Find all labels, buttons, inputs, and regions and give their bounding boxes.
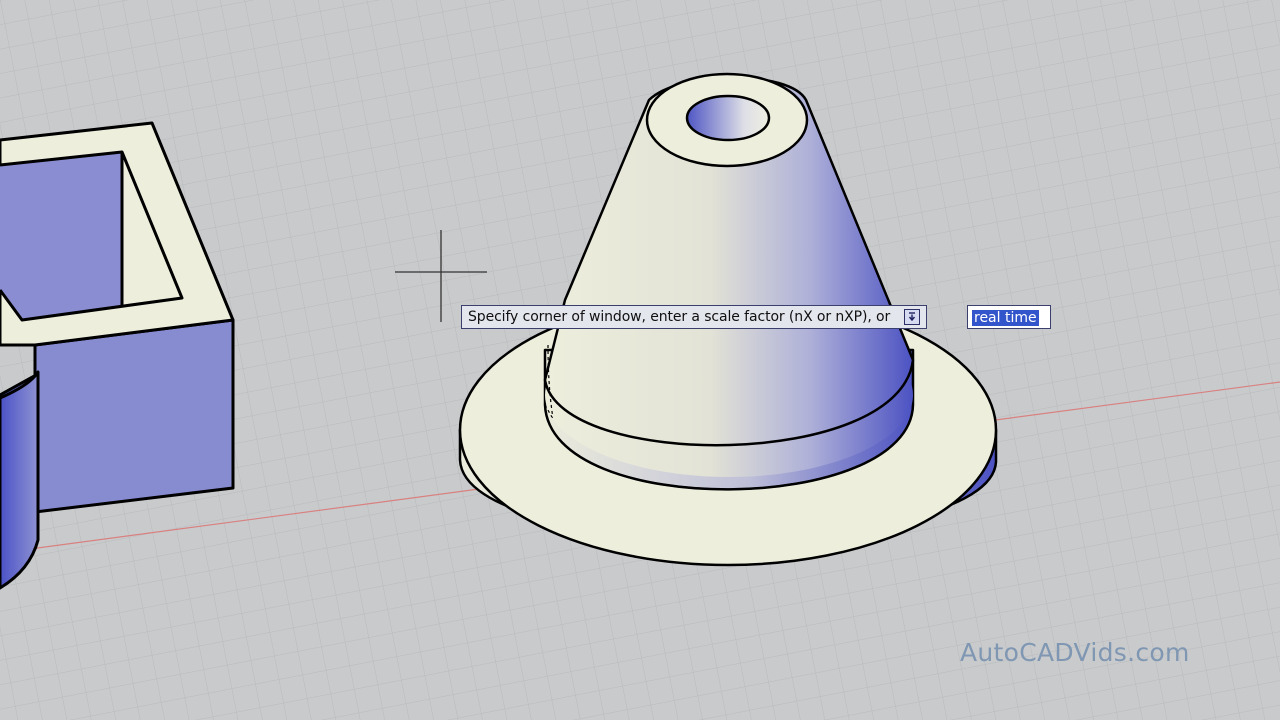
down-arrow-options-icon[interactable]	[904, 309, 921, 325]
command-prompt-text: Specify corner of window, enter a scale …	[468, 309, 891, 325]
watermark-text: AutoCADVids.com	[960, 638, 1190, 667]
dynamic-input-field[interactable]: real time	[967, 305, 1051, 329]
dynamic-input-tooltip: Specify corner of window, enter a scale …	[461, 305, 928, 329]
drawing-viewport[interactable]	[0, 0, 1280, 720]
input-value-selected[interactable]: real time	[972, 310, 1039, 326]
